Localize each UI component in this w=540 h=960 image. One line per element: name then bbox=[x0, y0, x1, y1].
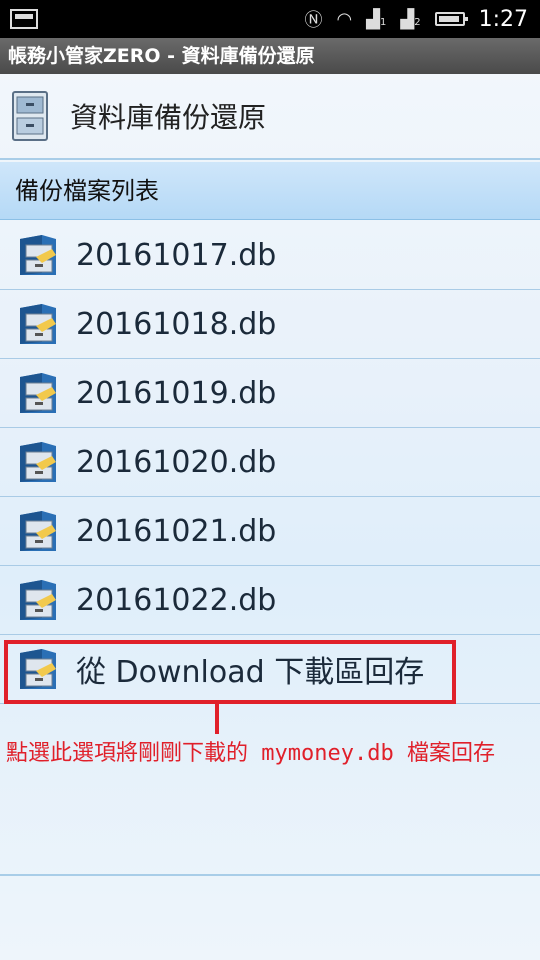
file-cabinet-icon bbox=[16, 302, 60, 346]
file-cabinet-icon bbox=[16, 371, 60, 415]
signal-2-label: 2 bbox=[414, 16, 421, 28]
file-cabinet-icon bbox=[16, 440, 60, 484]
annotation-text: 點選此選項將剛剛下載的 mymoney.db 檔案回存 bbox=[6, 741, 495, 766]
list-item-file[interactable]: 20161022.db bbox=[0, 566, 540, 635]
status-bar: Ⓝ ◠ ▟1 ▟2 1:27 bbox=[0, 0, 540, 38]
file-cabinet-icon bbox=[16, 578, 60, 622]
signal-1-label: 1 bbox=[380, 16, 387, 28]
list-item-file[interactable]: 20161021.db bbox=[0, 497, 540, 566]
battery-icon bbox=[434, 12, 468, 26]
list-item-file[interactable]: 20161018.db bbox=[0, 290, 540, 359]
list-item-restore-from-download[interactable]: 從 Download 下載區回存 bbox=[0, 635, 540, 704]
section-header-backup-list: 備份檔案列表 bbox=[0, 162, 540, 220]
file-cabinet-icon bbox=[12, 91, 48, 141]
file-name: 20161017.db bbox=[76, 237, 277, 273]
backup-file-list: 20161017.db 20161018.db 20161019.db 2016… bbox=[0, 221, 540, 704]
signal-icon-1: ▟1 bbox=[366, 8, 387, 30]
file-cabinet-icon bbox=[16, 647, 60, 691]
page-header: 資料庫備份還原 bbox=[0, 74, 540, 160]
file-name: 20161020.db bbox=[76, 444, 277, 480]
file-name: 20161021.db bbox=[76, 513, 277, 549]
file-cabinet-icon bbox=[16, 233, 60, 277]
screenshot-notification-icon bbox=[10, 9, 38, 29]
file-name: 20161022.db bbox=[76, 582, 277, 618]
page-title: 資料庫備份還原 bbox=[70, 101, 267, 134]
list-item-file[interactable]: 20161020.db bbox=[0, 428, 540, 497]
clock: 1:27 bbox=[478, 6, 528, 32]
file-name: 20161018.db bbox=[76, 306, 277, 342]
wifi-icon: ◠ bbox=[336, 8, 353, 30]
file-cabinet-icon bbox=[16, 509, 60, 553]
list-item-file[interactable]: 20161019.db bbox=[0, 359, 540, 428]
signal-icon-2: ▟2 bbox=[400, 8, 421, 30]
annotation-connector bbox=[215, 704, 219, 734]
app-title-bar: 帳務小管家ZERO - 資料庫備份還原 bbox=[0, 38, 540, 74]
restore-option-label: 從 Download 下載區回存 bbox=[76, 655, 425, 690]
nfc-icon: Ⓝ bbox=[304, 10, 323, 31]
list-item-file[interactable]: 20161017.db bbox=[0, 221, 540, 290]
bottom-divider bbox=[0, 874, 540, 876]
file-name: 20161019.db bbox=[76, 375, 277, 411]
